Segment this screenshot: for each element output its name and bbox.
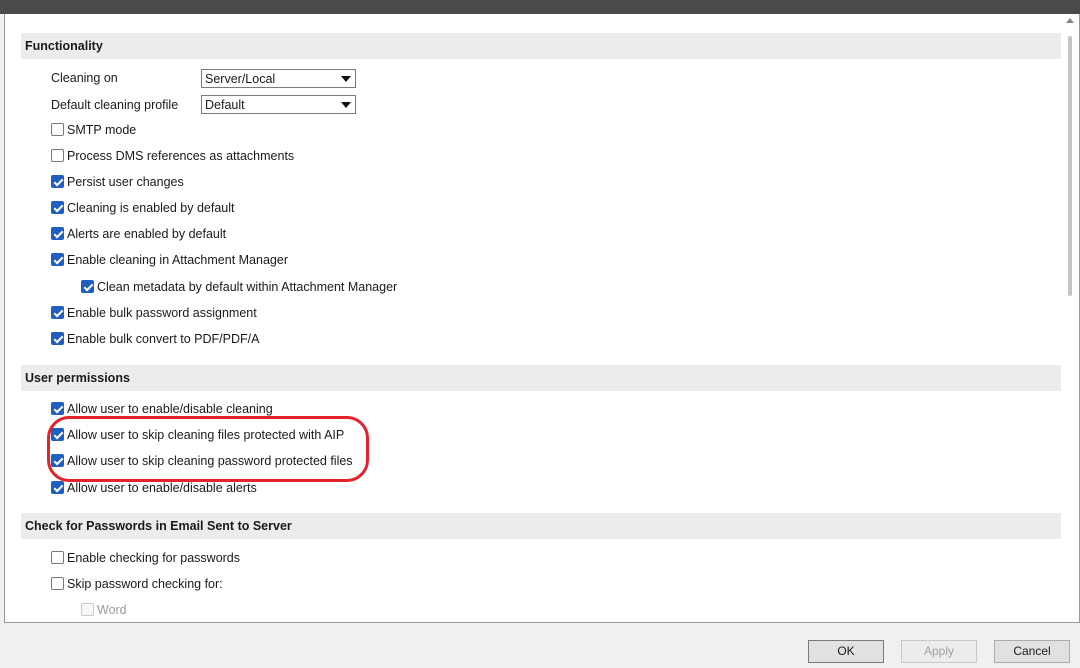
checkbox-label: SMTP mode [67,123,137,137]
dialog-footer: OK Apply Cancel [0,623,1080,668]
checkbox-label: Enable bulk convert to PDF/PDF/A [67,332,260,346]
checkbox-label: Enable cleaning in Attachment Manager [67,253,288,267]
chevron-down-icon [341,76,351,82]
cancel-button[interactable]: Cancel [994,640,1070,663]
checkbox-label: Process DMS references as attachments [67,149,295,163]
default-profile-label: Default cleaning profile [51,98,179,112]
vertical-scrollbar[interactable] [1062,14,1079,622]
checkbox-box[interactable] [51,253,64,266]
checkbox-box[interactable] [51,551,64,564]
settings-panel: Functionality Cleaning on Server/Local D… [4,14,1080,623]
checkbox-label: Alerts are enabled by default [67,227,227,241]
checkbox-box[interactable] [51,123,64,136]
checkbox-box[interactable] [81,280,94,293]
default-profile-value: Default [205,98,245,112]
checkbox-label: Allow user to enable/disable cleaning [67,402,273,416]
chevron-down-icon [341,102,351,108]
default-profile-select[interactable]: Default [201,95,356,114]
checkbox-box[interactable] [51,402,64,415]
checkbox-box[interactable] [81,603,94,616]
cleaning-on-select[interactable]: Server/Local [201,69,356,88]
checkbox-label: Enable bulk password assignment [67,306,257,320]
scrollbar-thumb[interactable] [1068,36,1072,296]
checkbox-box[interactable] [51,227,64,240]
section-header-user-permissions: User permissions [21,365,1061,391]
section-header-functionality: Functionality [21,33,1061,59]
scroll-up-arrow-icon[interactable] [1066,18,1074,23]
window-titlebar [0,0,1080,14]
checkbox-label: Word [97,603,127,617]
checkbox-label: Skip password checking for: [67,577,223,591]
highlight-annotation [47,416,369,482]
checkbox-box[interactable] [51,481,64,494]
checkbox-label: Cleaning is enabled by default [67,201,235,215]
ok-button[interactable]: OK [808,640,884,663]
cleaning-on-label: Cleaning on [51,71,118,85]
checkbox-box[interactable] [51,201,64,214]
checkbox-label: Allow user to enable/disable alerts [67,481,257,495]
checkbox-box[interactable] [51,332,64,345]
checkbox-box[interactable] [51,175,64,188]
checkbox-label: Clean metadata by default within Attachm… [97,280,398,294]
checkbox-label: Persist user changes [67,175,184,189]
apply-button[interactable]: Apply [901,640,977,663]
checkbox-box[interactable] [51,149,64,162]
checkbox-box[interactable] [51,306,64,319]
checkbox-label: Enable checking for passwords [67,551,241,565]
cleaning-on-value: Server/Local [205,72,276,86]
section-header-password-check: Check for Passwords in Email Sent to Ser… [21,513,1061,539]
checkbox-box[interactable] [51,577,64,590]
